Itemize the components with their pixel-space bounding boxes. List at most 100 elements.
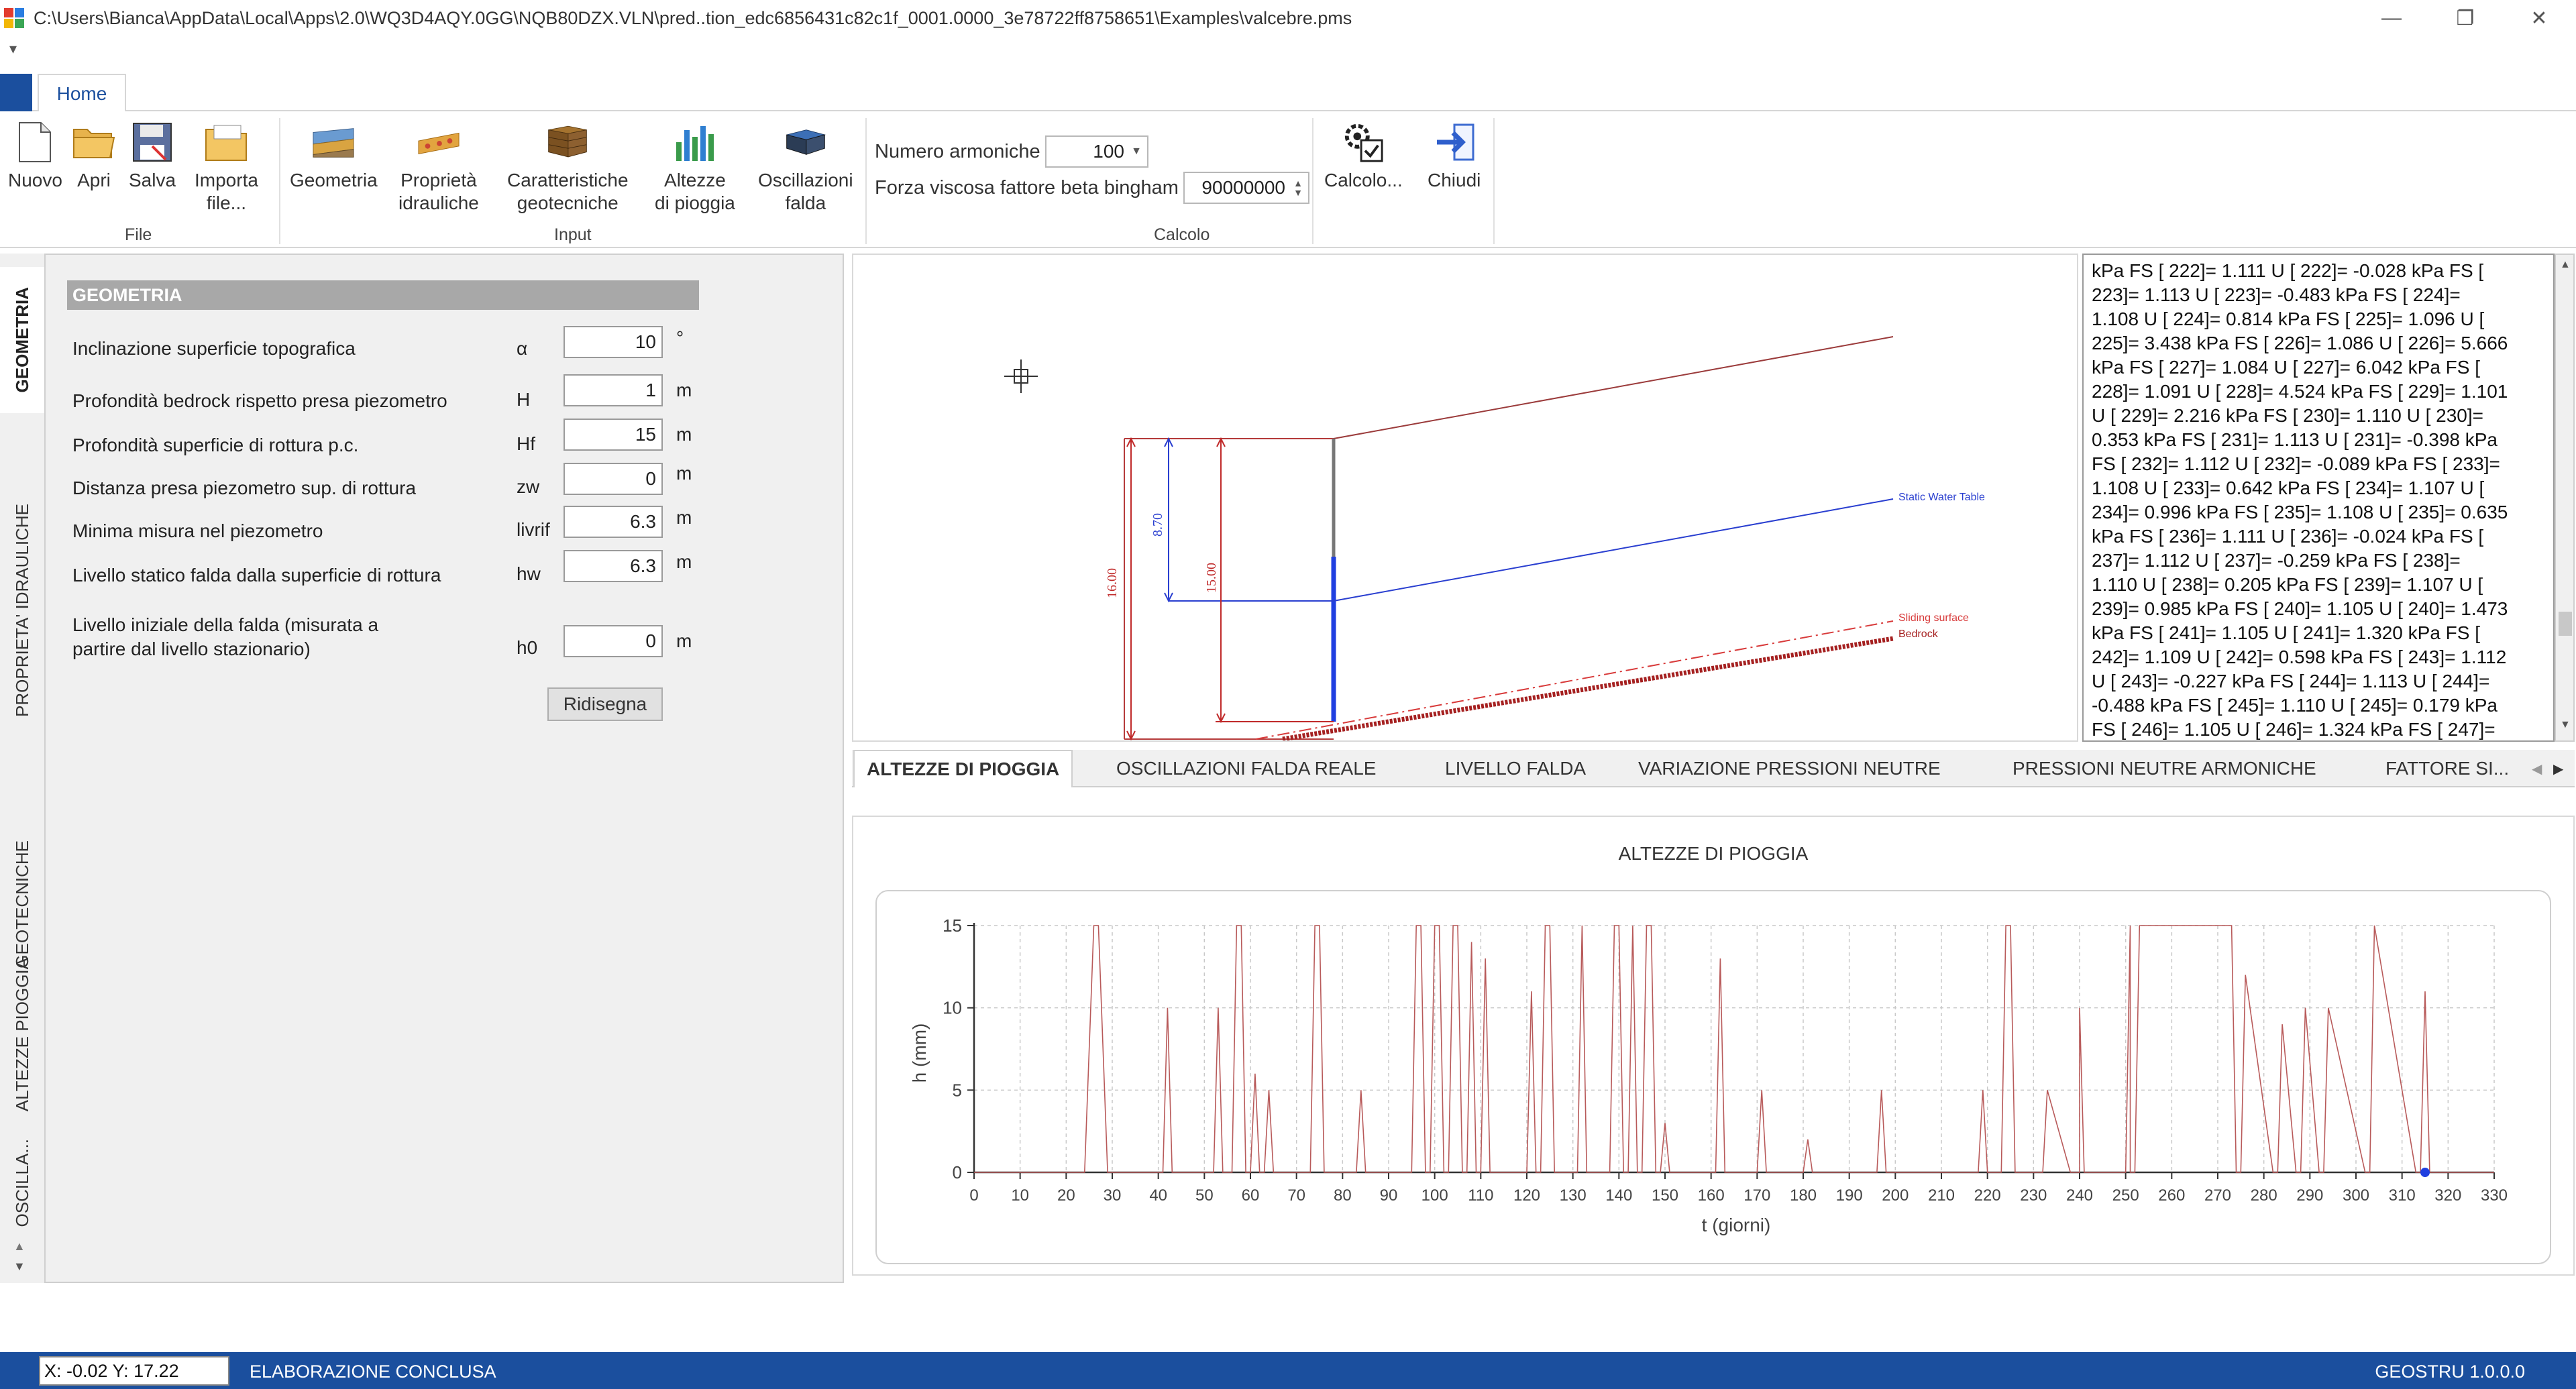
sliding-surface-line [1255,620,1894,740]
param-symbol: h0 [517,637,538,658]
calcolo-button[interactable]: Calcolo... [1324,121,1403,192]
vtab-geometria[interactable]: GEOMETRIA [0,267,44,413]
profondita-rottura-input[interactable]: 15 [564,419,663,451]
caratteristiche-geotecniche-button[interactable]: Caratteristiche geotecniche [507,121,629,215]
x-tick-label: 20 [1057,1186,1075,1205]
label-sliding-surface: Sliding surface [1898,612,1969,624]
param-label: Profondità bedrock rispetto presa piezom… [72,390,447,411]
geometria-button[interactable]: Geometria [290,121,378,192]
bedrock-line [1282,636,1894,742]
save-icon [131,121,174,164]
param-unit: ° [676,327,684,348]
bar-chart-icon [674,121,716,164]
tab-scroll-up-icon[interactable]: ▲ [13,1239,25,1254]
param-unit: m [676,424,692,445]
distanza-presa-input[interactable]: 0 [564,463,663,495]
geometry-layers-icon [312,121,355,164]
profondita-bedrock-input[interactable]: 1 [564,374,663,406]
spinner-arrows-icon: ▲ ▼ [1293,178,1303,198]
param-unit: m [676,380,692,400]
chart-tabs: ALTEZZE DI PIOGGIA OSCILLAZIONI FALDA RE… [852,750,2575,787]
vtab-proprieta-idrauliche[interactable]: PROPRIETA' IDRAULICHE [0,443,44,778]
x-tick-label: 310 [2389,1186,2416,1205]
param-unit: m [676,630,692,651]
x-tick-label: 40 [1149,1186,1167,1205]
chart-x-axis-label: t (giorni) [1702,1215,1771,1235]
results-log[interactable]: kPa FS [ 222]= 1.111 U [ 222]= -0.028 kP… [2082,254,2555,742]
vtab-oscillazioni[interactable]: OSCILLA... [0,1129,44,1237]
oscillazioni-falda-button[interactable]: Oscillazioni falda [758,121,853,215]
tab-fattore-sicurezza[interactable]: FATTORE SI... [2385,750,2509,787]
status-bar: X: -0.02 Y: 17.22 ELABORAZIONE CONCLUSA … [0,1352,2576,1389]
tab-altezze-di-pioggia[interactable]: ALTEZZE DI PIOGGIA [853,750,1073,787]
inclinazione-input[interactable]: 10 [564,326,663,358]
x-tick-label: 180 [1790,1186,1817,1205]
livello-statico-input[interactable]: 6.3 [564,550,663,582]
tab-scroll-left-icon[interactable]: ◀ [2532,750,2542,787]
x-tick-label: 0 [969,1186,978,1205]
tab-scroll-right-icon[interactable]: ▶ [2553,750,2563,787]
minimize-button[interactable]: — [2355,0,2428,36]
restore-button[interactable]: ❐ [2428,0,2502,36]
x-tick-label: 230 [2020,1186,2047,1205]
dim-label-16: 16.00 [1105,568,1120,598]
param-symbol: α [517,338,528,359]
tab-livello-falda[interactable]: LIVELLO FALDA [1445,750,1586,787]
file-menu-tab[interactable] [0,74,32,111]
quick-access-dropdown-icon[interactable]: ▾ [9,40,17,58]
x-tick-label: 290 [2296,1186,2323,1205]
x-tick-label: 10 [1011,1186,1029,1205]
numero-armoniche-combo[interactable]: 100 ▼ [1045,135,1148,168]
crosshair-cursor-icon [1004,359,1038,393]
y-tick-label: 10 [943,998,962,1018]
nuovo-button[interactable]: Nuovo [8,121,62,192]
proprieta-idrauliche-button[interactable]: Proprietà idrauliche [398,121,479,215]
static-water-table-line [1333,498,1894,602]
param-label: partire dal livello stazionario) [72,638,311,659]
group-separator [279,118,280,244]
group-separator [1312,118,1313,244]
x-tick-label: 80 [1334,1186,1352,1205]
label-bedrock: Bedrock [1898,628,1939,640]
x-tick-label: 130 [1560,1186,1587,1205]
tab-home[interactable]: Home [38,74,126,113]
ribbon-tabs: Home [0,70,2576,113]
scroll-up-icon[interactable]: ▲ [2560,259,2571,271]
x-tick-label: 110 [1468,1186,1493,1205]
ridisegna-button[interactable]: Ridisegna [547,687,663,721]
numero-armoniche-label: Numero armoniche [875,141,1040,162]
tab-scroll-down-icon[interactable]: ▼ [13,1260,25,1274]
x-tick-label: 160 [1698,1186,1725,1205]
log-line: 1.110 U [ 238]= 0.205 kPa FS [ 239]= 1.1… [2092,574,2483,595]
forza-viscosa-spinner[interactable]: 90000000 ▲ ▼ [1183,172,1309,204]
chiudi-button[interactable]: Chiudi [1428,121,1481,192]
scroll-thumb[interactable] [2559,612,2572,636]
forza-viscosa-label: Forza viscosa fattore beta bingham [875,177,1179,199]
x-tick-label: 220 [1974,1186,2001,1205]
tab-oscillazioni-falda-reale[interactable]: OSCILLAZIONI FALDA REALE [1116,750,1376,787]
geometry-drawing[interactable]: 16.00 15.00 8.70 Static Water Table Slid… [852,254,2078,742]
x-tick-label: 270 [2204,1186,2231,1205]
rain-series-line [974,925,2494,1173]
importa-file-button[interactable]: Importa file... [195,121,258,215]
close-button[interactable]: ✕ [2502,0,2576,36]
param-unit: m [676,463,692,484]
title-bar: C:\Users\Bianca\AppData\Local\Apps\2.0\W… [0,0,2576,36]
ground-surface-line [1333,336,1894,439]
y-tick-label: 5 [953,1080,962,1100]
vtab-altezze-pioggia[interactable]: ALTEZZE PIOGGIA [0,924,44,1146]
apri-button[interactable]: Apri [72,121,115,192]
log-line: kPa FS [ 236]= 1.111 U [ 236]= -0.024 kP… [2092,526,2484,547]
rain-chart[interactable]: ALTEZZE DI PIOGGIA 0 10 20 30 40 50 60 70 80 90 10… [853,817,2573,1274]
salva-button[interactable]: Salva [129,121,176,192]
scroll-down-icon[interactable]: ▼ [2560,719,2571,731]
livello-iniziale-input[interactable]: 0 [564,625,663,657]
tab-variazione-pressioni-neutre[interactable]: VARIAZIONE PRESSIONI NEUTRE [1638,750,1941,787]
app-icon [4,8,24,28]
log-scrollbar[interactable]: ▲ ▼ [2555,254,2575,742]
altezze-pioggia-button[interactable]: Altezze di pioggia [655,121,735,215]
minima-misura-input[interactable]: 6.3 [564,506,663,538]
tab-pressioni-neutre-armoniche[interactable]: PRESSIONI NEUTRE ARMONICHE [2012,750,2316,787]
x-tick-label: 320 [2434,1186,2461,1205]
ribbon: Nuovo Apri Salva Importa file... File Ge… [0,111,2576,248]
